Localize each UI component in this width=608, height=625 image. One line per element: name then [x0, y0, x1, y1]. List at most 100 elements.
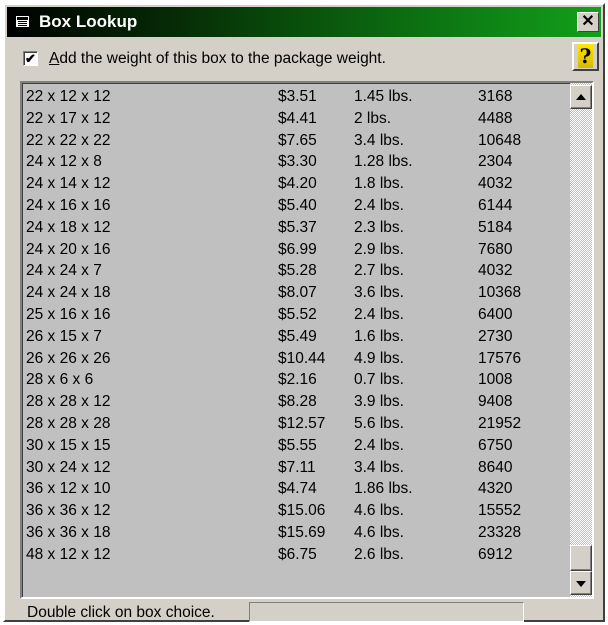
box-volume: 4488 — [478, 109, 513, 127]
list-item[interactable]: 36 x 12 x 10 $4.74 1.86 lbs. 4320 — [22, 480, 570, 502]
list-item[interactable]: 36 x 36 x 12 $15.06 4.6 lbs. 15552 — [22, 502, 570, 524]
box-weight: 0.7 lbs. — [354, 371, 404, 389]
box-size: 24 x 12 x 8 — [26, 153, 102, 171]
box-volume: 9408 — [478, 393, 513, 411]
status-field — [249, 602, 524, 622]
scroll-thumb[interactable] — [570, 545, 592, 571]
box-volume: 4032 — [478, 175, 513, 193]
box-price: $12.57 — [278, 414, 326, 432]
box-weight: 4.9 lbs. — [354, 349, 404, 367]
scroll-down-button[interactable] — [570, 571, 592, 595]
list-item[interactable]: 25 x 16 x 16 $5.52 2.4 lbs. 6400 — [22, 306, 570, 328]
list-item[interactable]: 24 x 14 x 12 $4.20 1.8 lbs. 4032 — [22, 175, 570, 197]
box-weight: 1.86 lbs. — [354, 480, 413, 498]
list-item[interactable]: 24 x 24 x 18 $8.07 3.6 lbs. 10368 — [22, 284, 570, 306]
box-weight: 1.8 lbs. — [354, 175, 404, 193]
box-size: 36 x 36 x 18 — [26, 523, 111, 541]
box-size: 30 x 24 x 12 — [26, 458, 111, 476]
box-list-rows: 22 x 12 x 12 $3.51 1.45 lbs. 3168 22 x 17 x … — [22, 88, 570, 568]
list-item[interactable]: 28 x 28 x 12 $8.28 3.9 lbs. 9408 — [22, 393, 570, 415]
scroll-up-button[interactable] — [570, 85, 592, 109]
box-weight: 2.9 lbs. — [354, 240, 404, 258]
box-volume: 7680 — [478, 240, 513, 258]
box-volume: 6750 — [478, 436, 513, 454]
box-size: 22 x 22 x 22 — [26, 131, 111, 149]
box-volume: 1008 — [478, 371, 513, 389]
box-weight: 2.6 lbs. — [354, 545, 404, 563]
box-price: $4.74 — [278, 480, 317, 498]
vertical-scrollbar[interactable] — [570, 83, 592, 597]
box-weight: 2.4 lbs. — [354, 436, 404, 454]
box-volume: 3168 — [478, 88, 513, 105]
box-volume: 6144 — [478, 196, 513, 214]
box-volume: 8640 — [478, 458, 513, 476]
box-weight: 2.7 lbs. — [354, 262, 404, 280]
box-price: $4.41 — [278, 109, 317, 127]
list-item[interactable]: 26 x 26 x 26 $10.44 4.9 lbs. 17576 — [22, 350, 570, 372]
list-item[interactable]: 48 x 12 x 12 $6.75 2.6 lbs. 6912 — [22, 546, 570, 568]
box-price: $6.75 — [278, 545, 317, 563]
box-size: 24 x 16 x 16 — [26, 196, 111, 214]
box-size: 36 x 12 x 10 — [26, 480, 111, 498]
list-item[interactable]: 22 x 22 x 22 $7.65 3.4 lbs. 10648 — [22, 132, 570, 154]
box-weight: 3.4 lbs. — [354, 131, 404, 149]
box-volume: 4032 — [478, 262, 513, 280]
list-item[interactable]: 22 x 12 x 12 $3.51 1.45 lbs. 3168 — [22, 88, 570, 110]
list-item[interactable]: 22 x 17 x 12 $4.41 2 lbs. 4488 — [22, 110, 570, 132]
add-weight-label-text: dd the weight of this box to the package… — [59, 50, 386, 67]
box-price: $10.44 — [278, 349, 326, 367]
box-weight: 3.9 lbs. — [354, 393, 404, 411]
box-size: 24 x 24 x 7 — [26, 262, 102, 280]
add-weight-checkbox[interactable]: ✔ — [23, 51, 38, 66]
box-volume: 10648 — [478, 131, 522, 149]
box-price: $15.69 — [278, 523, 326, 541]
list-item[interactable]: 24 x 20 x 16 $6.99 2.9 lbs. 7680 — [22, 241, 570, 263]
list-item[interactable]: 26 x 15 x 7 $5.49 1.6 lbs. 2730 — [22, 328, 570, 350]
question-mark-icon: ? — [577, 44, 594, 68]
box-volume: 15552 — [478, 502, 522, 520]
box-list[interactable]: 22 x 12 x 12 $3.51 1.45 lbs. 3168 22 x 17 x … — [20, 81, 594, 599]
arrow-down-icon — [576, 581, 586, 587]
box-weight: 1.28 lbs. — [354, 153, 413, 171]
box-size: 24 x 18 x 12 — [26, 218, 111, 236]
box-size: 28 x 6 x 6 — [26, 371, 94, 389]
list-item[interactable]: 30 x 15 x 15 $5.55 2.4 lbs. 6750 — [22, 437, 570, 459]
list-item[interactable]: 24 x 18 x 12 $5.37 2.3 lbs. 5184 — [22, 219, 570, 241]
help-button[interactable]: ? — [572, 42, 599, 71]
add-weight-label[interactable]: Add the weight of this box to the packag… — [49, 50, 386, 68]
box-price: $7.11 — [278, 458, 316, 476]
box-lookup-window: Box Lookup ✕ ✔ Add the weight of this bo… — [3, 3, 605, 622]
list-item[interactable]: 24 x 12 x 8 $3.30 1.28 lbs. 2304 — [22, 153, 570, 175]
title-bar[interactable]: Box Lookup ✕ — [7, 7, 601, 37]
box-price: $7.65 — [278, 131, 317, 149]
box-size: 48 x 12 x 12 — [26, 545, 111, 563]
box-size: 36 x 36 x 12 — [26, 502, 111, 520]
box-weight: 3.6 lbs. — [354, 284, 404, 302]
box-price: $5.28 — [278, 262, 317, 280]
box-price: $3.51 — [278, 88, 317, 105]
list-item[interactable]: 30 x 24 x 12 $7.11 3.4 lbs. 8640 — [22, 459, 570, 481]
box-volume: 2730 — [478, 327, 513, 345]
list-item[interactable]: 24 x 24 x 7 $5.28 2.7 lbs. 4032 — [22, 262, 570, 284]
box-price: $8.07 — [278, 284, 317, 302]
list-item[interactable]: 24 x 16 x 16 $5.40 2.4 lbs. 6144 — [22, 197, 570, 219]
box-price: $15.06 — [278, 502, 326, 520]
box-volume: 10368 — [478, 284, 522, 302]
box-size: 28 x 28 x 12 — [26, 393, 111, 411]
box-size: 22 x 17 x 12 — [26, 109, 111, 127]
list-item[interactable]: 28 x 6 x 6 $2.16 0.7 lbs. 1008 — [22, 371, 570, 393]
box-size: 24 x 14 x 12 — [26, 175, 111, 193]
box-size: 22 x 12 x 12 — [26, 88, 111, 105]
box-weight: 4.6 lbs. — [354, 502, 404, 520]
list-item[interactable]: 36 x 36 x 18 $15.69 4.6 lbs. 23328 — [22, 524, 570, 546]
list-item[interactable]: 28 x 28 x 28 $12.57 5.6 lbs. 21952 — [22, 415, 570, 437]
box-size: 30 x 15 x 15 — [26, 436, 111, 454]
box-volume: 23328 — [478, 523, 522, 541]
accelerator-letter: A — [49, 50, 60, 67]
box-price: $5.49 — [278, 327, 317, 345]
box-weight: 2.3 lbs. — [354, 218, 404, 236]
box-volume: 6400 — [478, 305, 513, 323]
box-volume: 5184 — [478, 218, 513, 236]
close-button[interactable]: ✕ — [577, 12, 599, 32]
box-price: $8.28 — [278, 393, 317, 411]
